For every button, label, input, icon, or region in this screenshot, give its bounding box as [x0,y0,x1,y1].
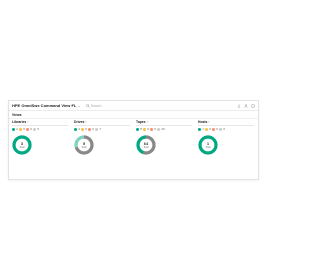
search-icon [85,103,90,108]
panel-libraries[interactable]: Libraries› 2 0 0 5 3 Total [12,120,68,176]
unknown-status-icon [157,127,161,131]
critical-status-icon [212,127,216,131]
panel-hosts[interactable]: Hosts› 1 0 0 0 1 Total [198,120,254,176]
app-window: HPE OmniSwx Command View FL ⌄ Search ? V… [8,100,259,180]
unknown-status-icon [95,127,99,131]
divider [12,125,68,126]
chevron-right-icon: › [85,120,87,124]
search-placeholder: Search [90,103,102,108]
app-title: HPE OmniSwx Command View FL [12,103,77,108]
chevron-down-icon[interactable]: ⌄ [77,103,80,108]
chevron-right-icon: › [27,120,29,124]
help-icon[interactable]: ? [251,103,255,108]
status-legend: 8 0 0 20 [136,127,165,131]
panel-title[interactable]: Libraries› [12,120,28,124]
user-icon[interactable] [244,103,248,108]
warning-status-icon [205,127,209,131]
donut-center: 5 Total [81,140,87,149]
panel-drives[interactable]: Drives› 4 0 0 7 5 Total [74,120,130,176]
svg-text:?: ? [252,105,253,107]
critical-status-icon [88,127,92,131]
ok-status-icon [74,127,77,131]
donut-center: 3 Total [19,140,25,149]
search-box[interactable]: Search [85,103,102,108]
section-bar: Views [9,111,258,119]
warning-status-icon [81,127,85,131]
warning-status-icon [19,127,23,131]
download-icon[interactable] [237,103,241,108]
unknown-status-icon [33,127,37,131]
warning-status-icon [143,127,147,131]
donut-center: 64 Total [143,140,149,149]
divider [74,125,130,126]
chevron-right-icon: › [146,120,148,124]
divider [198,125,254,126]
status-legend: 4 0 0 7 [74,127,101,131]
chevron-right-icon: › [208,120,210,124]
ok-status-icon [136,127,139,131]
donut-center: 1 Total [205,140,211,149]
panel-title[interactable]: Hosts› [198,120,210,124]
section-title: Views [12,112,22,117]
critical-status-icon [26,127,30,131]
status-legend: 1 0 0 0 [198,127,225,131]
dashboard-panels: Libraries› 2 0 0 5 3 Total Drives› 4 0 0 … [9,120,258,179]
panel-title[interactable]: Drives› [74,120,87,124]
ok-status-icon [198,127,201,131]
status-legend: 2 0 0 5 [12,127,39,131]
ok-status-icon [12,127,15,131]
title-bar: HPE OmniSwx Command View FL ⌄ Search ? [9,101,258,111]
panel-title[interactable]: Tapes› [136,120,148,124]
divider [136,125,192,126]
unknown-status-icon [219,127,223,131]
panel-tapes[interactable]: Tapes› 8 0 0 20 64 Total [136,120,192,176]
critical-status-icon [150,127,154,131]
